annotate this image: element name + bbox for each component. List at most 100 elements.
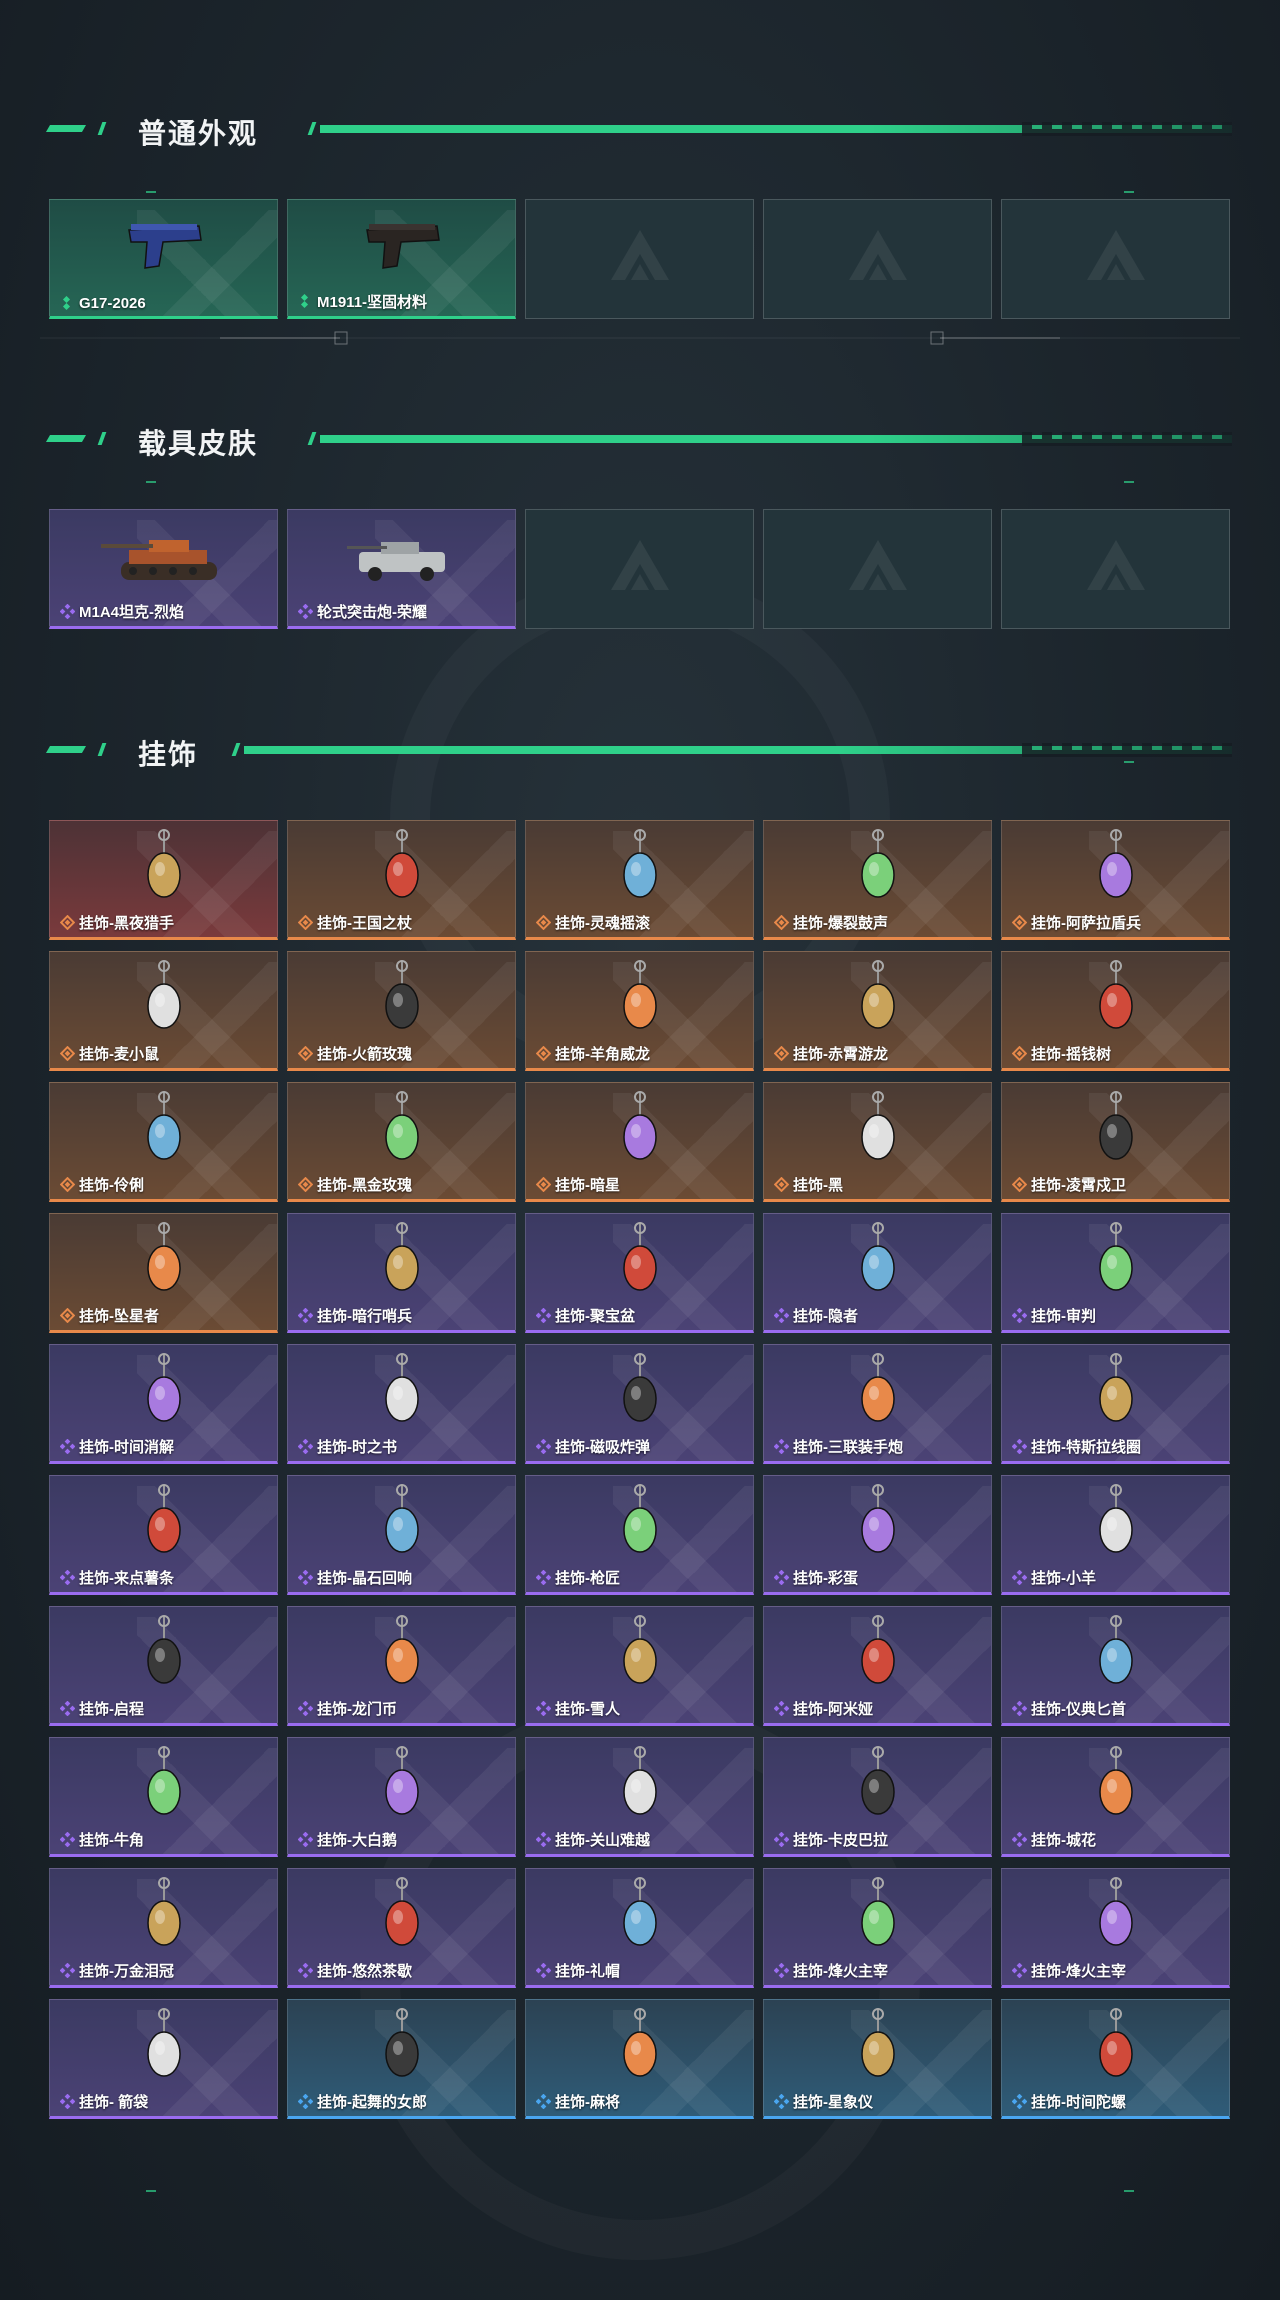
item-card[interactable]: 挂饰-羊角威龙 xyxy=(525,951,754,1071)
item-card[interactable]: 挂饰-伶俐 xyxy=(49,1082,278,1202)
rarity-legendary-icon xyxy=(536,1046,551,1061)
item-card[interactable]: 挂饰-关山难越 xyxy=(525,1737,754,1857)
header-dash xyxy=(97,432,107,445)
charm-icon xyxy=(1098,1222,1133,1291)
charm-icon xyxy=(1098,1091,1133,1160)
item-name-row: 挂饰-暗行哨兵 xyxy=(298,1305,412,1326)
item-name: 挂饰-特斯拉线圈 xyxy=(1031,1439,1141,1456)
item-card[interactable]: 挂饰-晶石回响 xyxy=(287,1475,516,1595)
item-card[interactable]: M1A4坦克-烈焰 xyxy=(49,509,278,629)
rarity-epic-icon xyxy=(60,1963,75,1978)
item-card[interactable]: 挂饰-三联装手炮 xyxy=(763,1344,992,1464)
item-name-row: 挂饰-启程 xyxy=(60,1698,144,1719)
item-name-row: 挂饰-火箭玫瑰 xyxy=(298,1043,412,1064)
item-card[interactable]: 挂饰-磁吸炸弹 xyxy=(525,1344,754,1464)
item-card[interactable]: 挂饰-大白鹅 xyxy=(287,1737,516,1857)
item-name: 挂饰-烽火主宰 xyxy=(793,1963,888,1980)
rarity-legendary-icon xyxy=(536,915,551,930)
item-card[interactable]: 挂饰-卡皮巴拉 xyxy=(763,1737,992,1857)
item-card[interactable]: 挂饰-烽火主宰 xyxy=(763,1868,992,1988)
charm-icon xyxy=(622,1615,657,1684)
item-name-row: 挂饰-麦小鼠 xyxy=(60,1043,159,1064)
item-name-row: 挂饰-隐者 xyxy=(774,1305,858,1326)
item-card[interactable]: 挂饰-起舞的女郎 xyxy=(287,1999,516,2119)
charm-icon xyxy=(146,1746,181,1815)
item-card[interactable]: 挂饰-悠然茶歇 xyxy=(287,1868,516,1988)
item-name-row: 挂饰-小羊 xyxy=(1012,1567,1096,1588)
item-card[interactable]: 挂饰-彩蛋 xyxy=(763,1475,992,1595)
item-card[interactable]: 挂饰-万金泪冠 xyxy=(49,1868,278,1988)
item-card[interactable]: 挂饰-枪匠 xyxy=(525,1475,754,1595)
empty-item-slot xyxy=(763,509,992,629)
item-card[interactable]: 挂饰-雪人 xyxy=(525,1606,754,1726)
item-card[interactable]: 挂饰-麻将 xyxy=(525,1999,754,2119)
item-card[interactable]: 挂饰-星象仪 xyxy=(763,1999,992,2119)
item-card[interactable]: 挂饰-龙门币 xyxy=(287,1606,516,1726)
item-card[interactable]: 挂饰-时间陀螺 xyxy=(1001,1999,1230,2119)
item-card[interactable]: 挂饰-麦小鼠 xyxy=(49,951,278,1071)
charm-icon xyxy=(860,829,895,898)
item-name-row: 挂饰-彩蛋 xyxy=(774,1567,858,1588)
item-card[interactable]: 挂饰-时之书 xyxy=(287,1344,516,1464)
header-checker xyxy=(1022,129,1232,136)
item-card[interactable]: 挂饰-启程 xyxy=(49,1606,278,1726)
item-card[interactable]: 挂饰-黑 xyxy=(763,1082,992,1202)
item-name-row: 挂饰- 箭袋 xyxy=(60,2091,148,2112)
item-name: 挂饰-枪匠 xyxy=(555,1570,620,1587)
item-card[interactable]: 挂饰-时间消解 xyxy=(49,1344,278,1464)
item-card[interactable]: 挂饰-灵魂摇滚 xyxy=(525,820,754,940)
rarity-epic-icon xyxy=(1012,1308,1027,1323)
item-card[interactable]: 挂饰-隐者 xyxy=(763,1213,992,1333)
item-card[interactable]: 挂饰- 箭袋 xyxy=(49,1999,278,2119)
charm-icon xyxy=(622,960,657,1029)
item-card[interactable]: 挂饰-爆裂鼓声 xyxy=(763,820,992,940)
item-card[interactable]: 挂饰-摇钱树 xyxy=(1001,951,1230,1071)
rarity-legendary-icon xyxy=(774,1177,789,1192)
item-name-row: 挂饰-雪人 xyxy=(536,1698,620,1719)
rarity-epic-icon xyxy=(298,1308,313,1323)
item-card[interactable]: 挂饰-黑夜猎手 xyxy=(49,820,278,940)
item-name-row: 挂饰-大白鹅 xyxy=(298,1829,397,1850)
item-card[interactable]: 挂饰-暗行哨兵 xyxy=(287,1213,516,1333)
item-card[interactable]: 挂饰-烽火主宰 xyxy=(1001,1868,1230,1988)
rarity-epic-icon xyxy=(774,1832,789,1847)
rarity-rare-icon xyxy=(774,2094,789,2109)
rarity-epic-icon xyxy=(774,1701,789,1716)
item-name: 挂饰-凌霄戍卫 xyxy=(1031,1177,1126,1194)
item-name: 挂饰- 箭袋 xyxy=(79,2094,149,2111)
item-card[interactable]: 挂饰-审判 xyxy=(1001,1213,1230,1333)
section-title: 普通外观 xyxy=(138,118,259,149)
item-name: 挂饰-麦小鼠 xyxy=(79,1046,159,1063)
item-card[interactable]: 挂饰-来点薯条 xyxy=(49,1475,278,1595)
item-card[interactable]: 挂饰-阿萨拉盾兵 xyxy=(1001,820,1230,940)
item-card[interactable]: 挂饰-礼帽 xyxy=(525,1868,754,1988)
item-card[interactable]: 轮式突击炮-荣耀 xyxy=(287,509,516,629)
item-card[interactable]: 挂饰-赤霄游龙 xyxy=(763,951,992,1071)
item-card[interactable]: M1911-坚固材料 xyxy=(287,199,516,319)
item-name: 挂饰-赤霄游龙 xyxy=(793,1046,888,1063)
header-dash xyxy=(97,122,107,135)
item-card[interactable]: G17-2026 xyxy=(49,199,278,319)
charm-icon xyxy=(860,1877,895,1946)
item-card[interactable]: 挂饰-坠星者 xyxy=(49,1213,278,1333)
item-card[interactable]: 挂饰-小羊 xyxy=(1001,1475,1230,1595)
item-card[interactable]: 挂饰-火箭玫瑰 xyxy=(287,951,516,1071)
item-card[interactable]: 挂饰-黑金玫瑰 xyxy=(287,1082,516,1202)
item-card[interactable]: 挂饰-王国之杖 xyxy=(287,820,516,940)
item-name: 挂饰-时间陀螺 xyxy=(1031,2094,1126,2111)
item-card[interactable]: 挂饰-仪典匕首 xyxy=(1001,1606,1230,1726)
rarity-rare-icon xyxy=(1012,2094,1027,2109)
item-name-row: 挂饰-暗星 xyxy=(536,1174,620,1195)
rarity-epic-icon xyxy=(1012,1439,1027,1454)
item-card[interactable]: 挂饰-特斯拉线圈 xyxy=(1001,1344,1230,1464)
rarity-rare-icon xyxy=(536,2094,551,2109)
empty-slot-logo-icon xyxy=(1086,230,1145,280)
item-card[interactable]: 挂饰-凌霄戍卫 xyxy=(1001,1082,1230,1202)
item-card[interactable]: 挂饰-聚宝盆 xyxy=(525,1213,754,1333)
item-card[interactable]: 挂饰-暗星 xyxy=(525,1082,754,1202)
item-card[interactable]: 挂饰-牛角 xyxy=(49,1737,278,1857)
charm-icon xyxy=(860,1746,895,1815)
item-card[interactable]: 挂饰-城花 xyxy=(1001,1737,1230,1857)
item-name-row: 挂饰-摇钱树 xyxy=(1012,1043,1111,1064)
item-card[interactable]: 挂饰-阿米娅 xyxy=(763,1606,992,1726)
